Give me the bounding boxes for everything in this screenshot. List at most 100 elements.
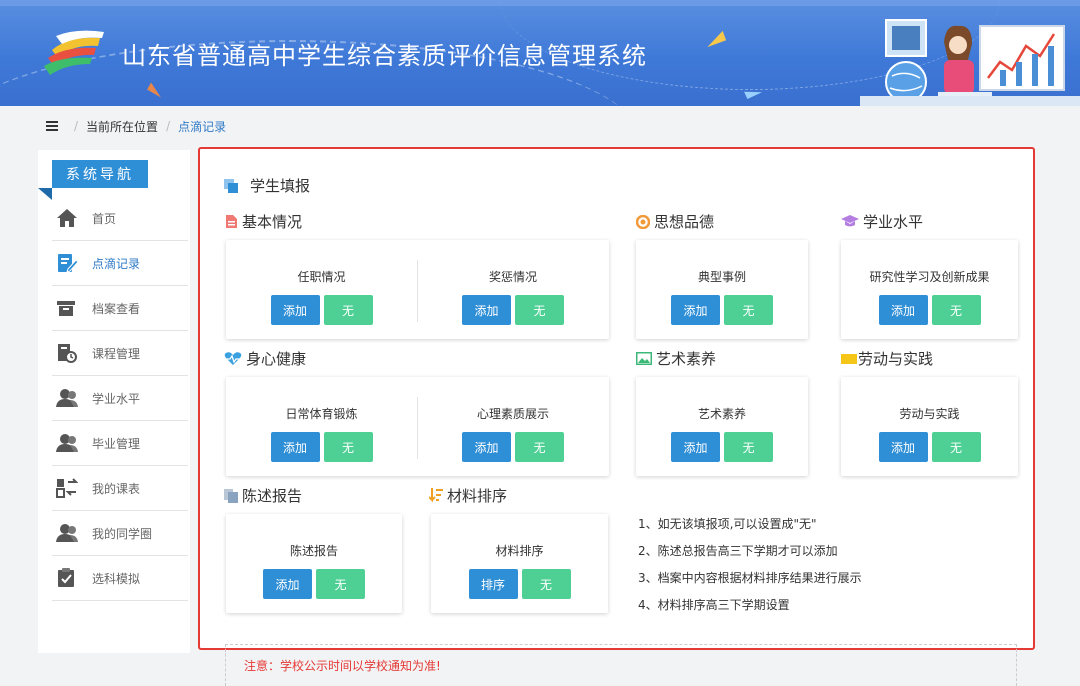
sidebar-item-label: 档案查看 bbox=[92, 300, 140, 317]
item-label: 艺术素养 bbox=[698, 405, 746, 422]
system-title: 山东省普通高中学生综合素质评价信息管理系统 bbox=[122, 36, 647, 71]
sidebar-item-label: 我的同学圈 bbox=[92, 525, 152, 542]
sidebar-item-label: 我的课表 bbox=[92, 480, 140, 497]
sidebar-item-schedule[interactable]: 我的课表 bbox=[52, 466, 188, 511]
add-button[interactable]: 添加 bbox=[462, 295, 511, 325]
item-label: 任职情况 bbox=[297, 268, 345, 285]
breadcrumb-separator: / bbox=[74, 119, 78, 133]
sidebar-heading: 系统导航 bbox=[52, 160, 148, 188]
category-academic-label: 学业水平 bbox=[863, 211, 923, 232]
section-title-text: 学生填报 bbox=[250, 175, 310, 196]
none-button[interactable]: 无 bbox=[515, 295, 564, 325]
none-button[interactable]: 无 bbox=[724, 432, 773, 462]
item-label: 材料排序 bbox=[495, 542, 543, 559]
heartbeat-icon bbox=[224, 352, 242, 366]
category-art-label: 艺术素养 bbox=[656, 348, 716, 369]
item-sports: 日常体育锻炼 添加 无 bbox=[226, 377, 417, 476]
sidebar-item-courses[interactable]: 课程管理 bbox=[52, 331, 188, 376]
breadcrumb: / 当前所在位置 / 点滴记录 bbox=[46, 116, 226, 136]
breadcrumb-separator: / bbox=[166, 119, 170, 133]
none-button[interactable]: 无 bbox=[324, 295, 373, 325]
add-button[interactable]: 添加 bbox=[879, 432, 928, 462]
item-art: 艺术素养 添加 无 bbox=[636, 377, 808, 476]
category-labor-label: 劳动与实践 bbox=[858, 348, 933, 369]
flag-icon bbox=[841, 352, 857, 366]
item-awards: 奖惩情况 添加 无 bbox=[417, 240, 609, 339]
add-button[interactable]: 添加 bbox=[271, 432, 320, 462]
add-button[interactable]: 添加 bbox=[879, 295, 928, 325]
user-icon bbox=[56, 433, 78, 453]
sidebar-item-label: 学业水平 bbox=[92, 390, 140, 407]
category-report: 陈述报告 bbox=[224, 485, 302, 506]
lifebuoy-icon bbox=[636, 215, 650, 229]
instruction-item: 2、陈述总报告高三下学期才可以添加 bbox=[638, 538, 862, 565]
add-button[interactable]: 添加 bbox=[462, 432, 511, 462]
none-button[interactable]: 无 bbox=[316, 569, 365, 599]
header-illustration bbox=[860, 12, 1080, 106]
user-icon bbox=[56, 523, 78, 543]
category-sort-label: 材料排序 bbox=[447, 485, 507, 506]
sort-button[interactable]: 排序 bbox=[469, 569, 518, 599]
add-button[interactable]: 添加 bbox=[271, 295, 320, 325]
none-button[interactable]: 无 bbox=[522, 569, 571, 599]
item-label: 劳动与实践 bbox=[899, 405, 959, 422]
home-icon bbox=[56, 208, 78, 228]
card-labor: 劳动与实践 添加 无 bbox=[841, 377, 1018, 476]
notice-text: 注意：学校公示时间以学校通知为准! bbox=[244, 657, 441, 674]
sidebar-item-home[interactable]: 首页 bbox=[52, 196, 188, 241]
item-label: 奖惩情况 bbox=[489, 268, 537, 285]
add-button[interactable]: 添加 bbox=[263, 569, 312, 599]
none-button[interactable]: 无 bbox=[724, 295, 773, 325]
instruction-item: 1、如无该填报项,可以设置成"无" bbox=[638, 511, 862, 538]
category-art: 艺术素养 bbox=[636, 348, 716, 369]
graduation-cap-icon bbox=[841, 215, 859, 229]
category-basic-label: 基本情况 bbox=[242, 211, 302, 232]
category-health: 身心健康 bbox=[224, 348, 306, 369]
header-banner: 山东省普通高中学生综合素质评价信息管理系统 bbox=[0, 0, 1080, 106]
picture-icon bbox=[636, 352, 652, 366]
category-report-label: 陈述报告 bbox=[242, 485, 302, 506]
add-button[interactable]: 添加 bbox=[671, 432, 720, 462]
card-moral: 典型事例 添加 无 bbox=[636, 240, 808, 339]
menu-icon[interactable] bbox=[46, 121, 58, 131]
card-report: 陈述报告 添加 无 bbox=[226, 514, 402, 613]
sidebar-item-label: 毕业管理 bbox=[92, 435, 140, 452]
instruction-item: 4、材料排序高三下学期设置 bbox=[638, 592, 862, 619]
sidebar-item-records[interactable]: 点滴记录 bbox=[52, 241, 188, 286]
sidebar-item-academic[interactable]: 学业水平 bbox=[52, 376, 188, 421]
none-button[interactable]: 无 bbox=[932, 295, 981, 325]
none-button[interactable]: 无 bbox=[324, 432, 373, 462]
category-academic: 学业水平 bbox=[841, 211, 923, 232]
card-health: 日常体育锻炼 添加 无 心理素质展示 添加 无 bbox=[226, 377, 609, 476]
sidebar-item-label: 课程管理 bbox=[92, 345, 140, 362]
sidebar-item-label: 首页 bbox=[92, 210, 116, 227]
sidebar-item-label: 选科模拟 bbox=[92, 570, 140, 587]
archive-icon bbox=[56, 298, 78, 318]
sidebar-item-classmates[interactable]: 我的同学圈 bbox=[52, 511, 188, 556]
item-sort: 材料排序 排序 无 bbox=[431, 514, 608, 613]
category-moral-label: 思想品德 bbox=[654, 211, 714, 232]
sidebar-item-graduation[interactable]: 毕业管理 bbox=[52, 421, 188, 466]
sidebar-item-archive[interactable]: 档案查看 bbox=[52, 286, 188, 331]
add-button[interactable]: 添加 bbox=[671, 295, 720, 325]
sidebar-nav: 首页 点滴记录 档案查看 课程管理 学业水平 毕业管理 我的课表 我的同学圈 bbox=[52, 196, 188, 601]
section-icon bbox=[224, 179, 238, 193]
sidebar-item-subject-simulation[interactable]: 选科模拟 bbox=[52, 556, 188, 601]
card-basic: 任职情况 添加 无 奖惩情况 添加 无 bbox=[226, 240, 609, 339]
category-health-label: 身心健康 bbox=[246, 348, 306, 369]
sort-icon bbox=[429, 489, 443, 503]
user-icon bbox=[56, 388, 78, 408]
sidebar: 系统导航 首页 点滴记录 档案查看 课程管理 学业水平 毕业管理 我的课表 bbox=[38, 150, 190, 653]
card-sort: 材料排序 排序 无 bbox=[431, 514, 608, 613]
instruction-item: 3、档案中内容根据材料排序结果进行展示 bbox=[638, 565, 862, 592]
item-label: 研究性学习及创新成果 bbox=[869, 268, 989, 285]
breadcrumb-location: 当前所在位置 bbox=[86, 118, 158, 135]
none-button[interactable]: 无 bbox=[515, 432, 564, 462]
item-typical: 典型事例 添加 无 bbox=[636, 240, 808, 339]
item-label: 典型事例 bbox=[698, 268, 746, 285]
none-button[interactable]: 无 bbox=[932, 432, 981, 462]
sidebar-item-label: 点滴记录 bbox=[92, 255, 140, 272]
item-position: 任职情况 添加 无 bbox=[226, 240, 417, 339]
instructions-list: 1、如无该填报项,可以设置成"无" 2、陈述总报告高三下学期才可以添加 3、档案… bbox=[638, 511, 862, 619]
breadcrumb-current[interactable]: 点滴记录 bbox=[178, 118, 226, 135]
